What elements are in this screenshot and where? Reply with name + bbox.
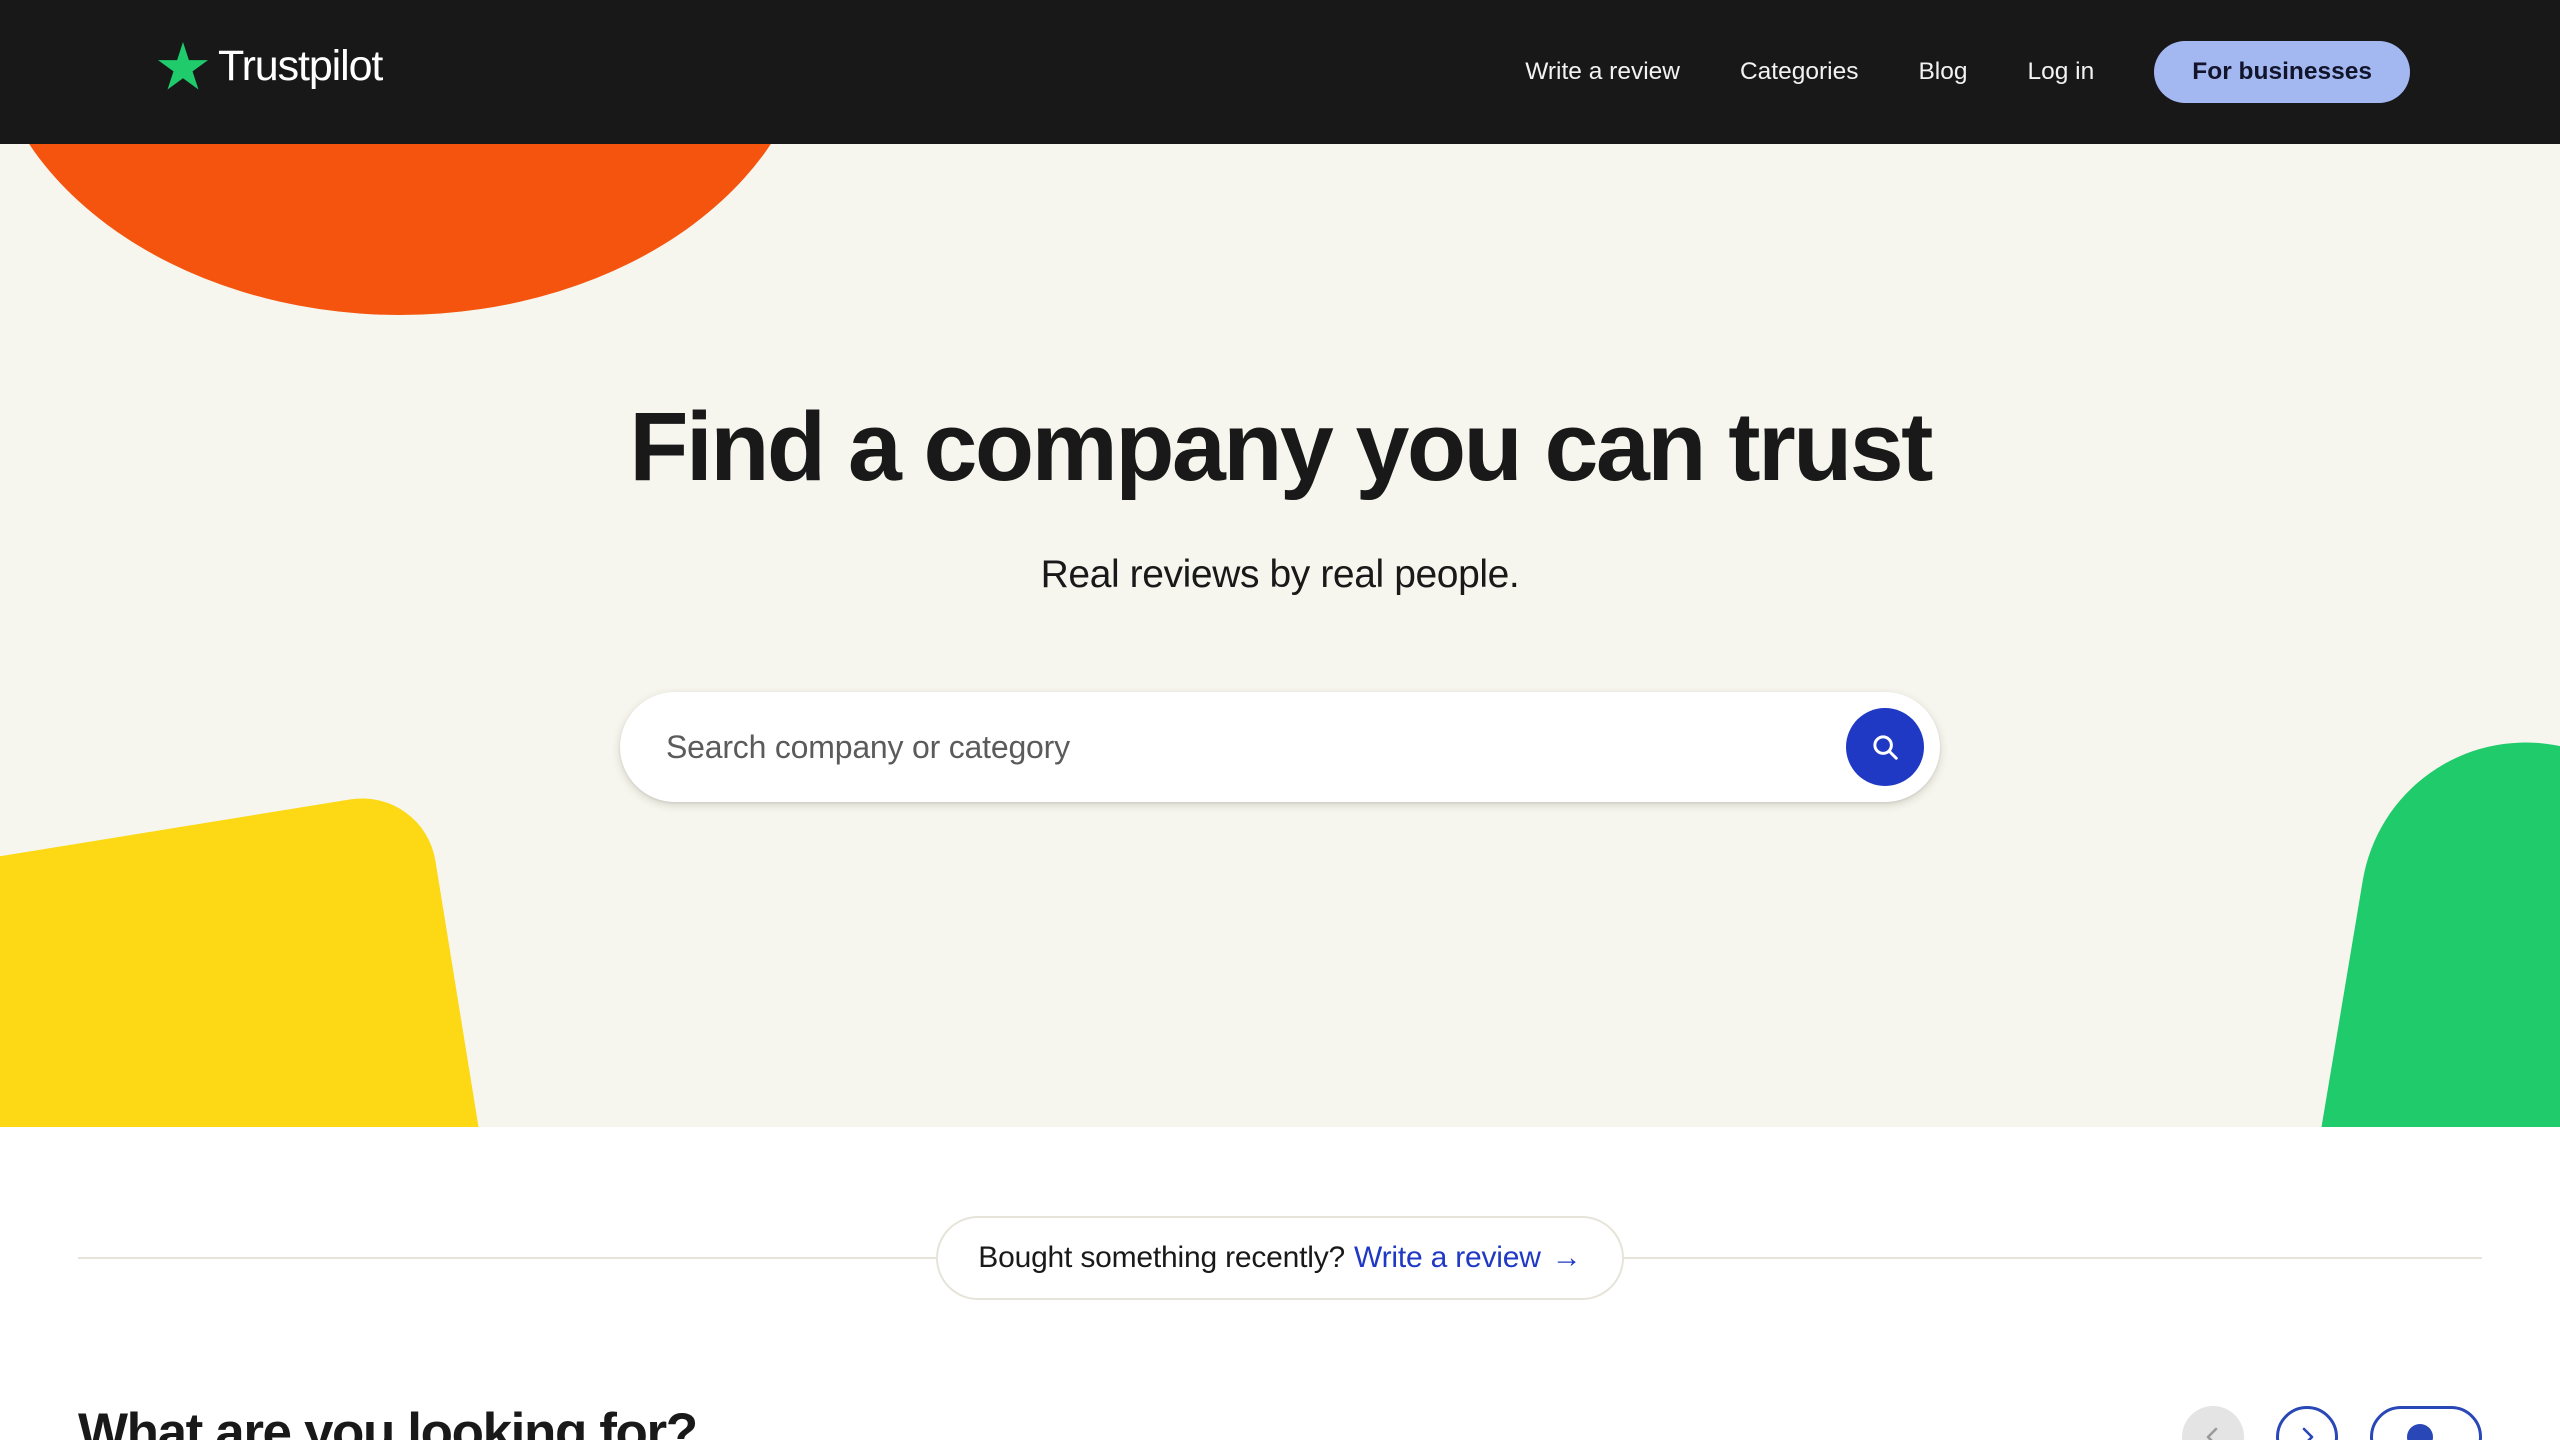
write-review-banner-row: Bought something recently? Write a revie… [0, 1199, 2560, 1317]
write-review-banner[interactable]: Bought something recently? Write a revie… [936, 1216, 1624, 1300]
nav-write-a-review[interactable]: Write a review [1495, 58, 1710, 86]
page-root: Trustpilot Write a review Categories Blo… [0, 0, 2560, 1440]
logo-wordmark: Trustpilot [218, 41, 383, 90]
search-box [620, 692, 1940, 802]
search-input[interactable] [620, 692, 1846, 802]
search-bar [620, 692, 1940, 802]
search-icon [1873, 735, 1898, 760]
hero-title: Find a company you can trust [629, 392, 1933, 501]
carousel-prev-button[interactable] [2182, 1406, 2244, 1440]
carousel-next-button[interactable] [2276, 1406, 2338, 1440]
main-navigation: Write a review Categories Blog Log in Fo… [1495, 0, 2410, 144]
category-filter-button[interactable] [2370, 1406, 2482, 1440]
arrow-right-icon: → [1551, 1241, 1582, 1274]
nav-log-in[interactable]: Log in [1998, 58, 2125, 86]
section-title: What are you looking for? [78, 1406, 698, 1440]
yellow-rounded-shape [0, 787, 507, 1127]
nav-blog[interactable]: Blog [1888, 58, 1997, 86]
looking-for-section: What are you looking for? [0, 1406, 2560, 1440]
carousel-controls [2182, 1406, 2482, 1440]
star-icon [158, 42, 208, 90]
hero-subtitle: Real reviews by real people. [1040, 553, 1520, 596]
site-header: Trustpilot Write a review Categories Blo… [0, 0, 2560, 144]
search-submit-button[interactable] [1846, 708, 1924, 786]
dot-icon [2407, 1424, 2433, 1440]
chevron-left-icon [2206, 1427, 2218, 1440]
banner-prompt-text: Bought something recently? [978, 1241, 1345, 1274]
banner-write-review-link[interactable]: Write a review [1354, 1241, 1541, 1275]
chevron-right-icon [2302, 1427, 2314, 1440]
trustpilot-logo[interactable]: Trustpilot [158, 41, 383, 90]
green-rounded-shape [2274, 717, 2560, 1127]
nav-categories[interactable]: Categories [1710, 58, 1888, 86]
for-businesses-button[interactable]: For businesses [2154, 41, 2410, 103]
